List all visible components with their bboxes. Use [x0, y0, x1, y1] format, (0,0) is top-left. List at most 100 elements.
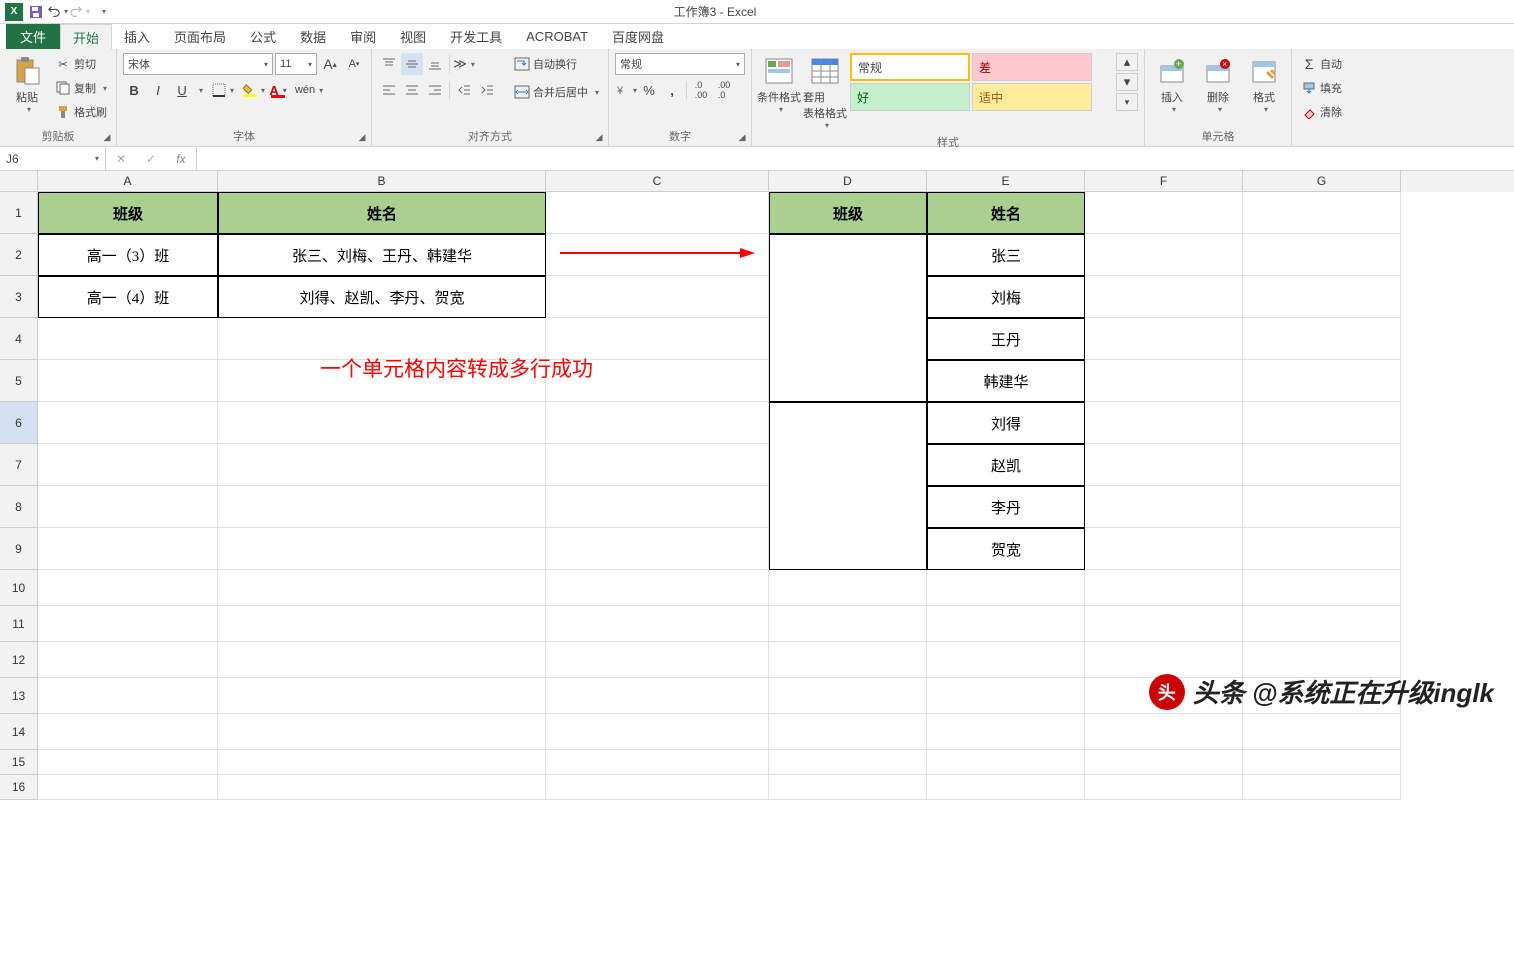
cell-E3[interactable]: 刘梅	[927, 276, 1085, 318]
col-header-F[interactable]: F	[1085, 171, 1243, 192]
cell-D7[interactable]	[769, 444, 927, 486]
cell-F10[interactable]	[1085, 570, 1243, 606]
cell-C9[interactable]	[546, 528, 769, 570]
style-scroll-up-icon[interactable]: ▴	[1116, 53, 1138, 71]
font-launcher[interactable]: ◢	[355, 130, 369, 144]
cell-D4[interactable]	[769, 318, 927, 360]
align-middle-icon[interactable]	[401, 53, 423, 75]
cell-D10[interactable]	[769, 570, 927, 606]
cell-C13[interactable]	[546, 678, 769, 714]
orientation-icon[interactable]: ≫▾	[453, 53, 475, 75]
conditional-format-button[interactable]: 条件格式▾	[758, 53, 800, 116]
row-header-15[interactable]: 15	[0, 750, 38, 775]
cell-E10[interactable]	[927, 570, 1085, 606]
cell-F8[interactable]	[1085, 486, 1243, 528]
row-header-16[interactable]: 16	[0, 775, 38, 800]
cancel-edit-icon[interactable]: ✕	[106, 152, 136, 166]
row-header-4[interactable]: 4	[0, 318, 38, 360]
qat-customize-icon[interactable]: ▾	[92, 2, 112, 22]
col-header-E[interactable]: E	[927, 171, 1085, 192]
cell-G5[interactable]	[1243, 360, 1401, 402]
row-header-9[interactable]: 9	[0, 528, 38, 570]
cell-D3[interactable]	[769, 276, 927, 318]
name-box[interactable]: J6▾	[0, 147, 106, 170]
cell-D9[interactable]	[769, 528, 927, 570]
format-painter-button[interactable]: 格式刷	[52, 101, 110, 123]
clipboard-launcher[interactable]: ◢	[100, 130, 114, 144]
cell-B12[interactable]	[218, 642, 546, 678]
font-size-combo[interactable]: 11▾	[275, 53, 317, 75]
cell-D11[interactable]	[769, 606, 927, 642]
cell-B16[interactable]	[218, 775, 546, 800]
cell-E5[interactable]: 韩建华	[927, 360, 1085, 402]
number-format-combo[interactable]: 常规▾	[615, 53, 745, 75]
cell-B1[interactable]: 姓名	[218, 192, 546, 234]
cell-F6[interactable]	[1085, 402, 1243, 444]
cell-G7[interactable]	[1243, 444, 1401, 486]
cell-D5[interactable]	[769, 360, 927, 402]
cell-E12[interactable]	[927, 642, 1085, 678]
cell-E2[interactable]: 张三	[927, 234, 1085, 276]
cell-E6[interactable]: 刘得	[927, 402, 1085, 444]
cell-F4[interactable]	[1085, 318, 1243, 360]
accounting-format-icon[interactable]: ¥▾	[615, 79, 637, 101]
decrease-indent-icon[interactable]	[453, 79, 475, 101]
format-cells-button[interactable]: 格式▾	[1243, 53, 1285, 116]
number-launcher[interactable]: ◢	[735, 130, 749, 144]
font-name-combo[interactable]: 宋体▾	[123, 53, 273, 75]
copy-button[interactable]: 复制▾	[52, 77, 110, 99]
tab-developer[interactable]: 开发工具	[438, 24, 514, 49]
cell-B13[interactable]	[218, 678, 546, 714]
cell-C7[interactable]	[546, 444, 769, 486]
cell-C11[interactable]	[546, 606, 769, 642]
cell-G2[interactable]	[1243, 234, 1401, 276]
row-header-2[interactable]: 2	[0, 234, 38, 276]
cell-C12[interactable]	[546, 642, 769, 678]
cell-E14[interactable]	[927, 714, 1085, 750]
decrease-decimal-icon[interactable]: .00.0	[713, 79, 735, 101]
cell-G3[interactable]	[1243, 276, 1401, 318]
cell-D16[interactable]	[769, 775, 927, 800]
cell-F1[interactable]	[1085, 192, 1243, 234]
alignment-launcher[interactable]: ◢	[592, 130, 606, 144]
cell-A16[interactable]	[38, 775, 218, 800]
cell-C15[interactable]	[546, 750, 769, 775]
bold-button[interactable]: B	[123, 79, 145, 101]
increase-decimal-icon[interactable]: .0.00	[690, 79, 712, 101]
cell-F2[interactable]	[1085, 234, 1243, 276]
increase-font-icon[interactable]: A▴	[319, 53, 341, 75]
row-header-6[interactable]: 6	[0, 402, 38, 444]
cell-E11[interactable]	[927, 606, 1085, 642]
tab-data[interactable]: 数据	[288, 24, 338, 49]
tab-baidu[interactable]: 百度网盘	[600, 24, 676, 49]
cell-A3[interactable]: 高一（4）班	[38, 276, 218, 318]
fill-color-button[interactable]: ▾	[243, 79, 265, 101]
cell-E4[interactable]: 王丹	[927, 318, 1085, 360]
undo-icon[interactable]: ▾	[48, 2, 68, 22]
clear-button[interactable]: 清除	[1298, 101, 1345, 123]
style-more-icon[interactable]: ▾	[1116, 93, 1138, 111]
cell-D1[interactable]: 班级	[769, 192, 927, 234]
cell-C16[interactable]	[546, 775, 769, 800]
cell-B10[interactable]	[218, 570, 546, 606]
align-center-icon[interactable]	[401, 79, 423, 101]
paste-button[interactable]: 粘贴 ▾	[6, 53, 48, 116]
cell-D13[interactable]	[769, 678, 927, 714]
cell-B3[interactable]: 刘得、赵凯、李丹、贺宽	[218, 276, 546, 318]
insert-cells-button[interactable]: +插入▾	[1151, 53, 1193, 116]
cell-G16[interactable]	[1243, 775, 1401, 800]
cell-D15[interactable]	[769, 750, 927, 775]
select-all-corner[interactable]	[0, 171, 38, 192]
cell-D14[interactable]	[769, 714, 927, 750]
cell-F15[interactable]	[1085, 750, 1243, 775]
cell-E1[interactable]: 姓名	[927, 192, 1085, 234]
cell-A2[interactable]: 高一（3）班	[38, 234, 218, 276]
cell-G6[interactable]	[1243, 402, 1401, 444]
row-header-10[interactable]: 10	[0, 570, 38, 606]
cell-A15[interactable]	[38, 750, 218, 775]
align-left-icon[interactable]	[378, 79, 400, 101]
style-neutral[interactable]: 适中	[972, 83, 1092, 111]
autosum-button[interactable]: Σ自动	[1298, 53, 1345, 75]
fx-icon[interactable]: fx	[166, 152, 196, 166]
row-header-5[interactable]: 5	[0, 360, 38, 402]
